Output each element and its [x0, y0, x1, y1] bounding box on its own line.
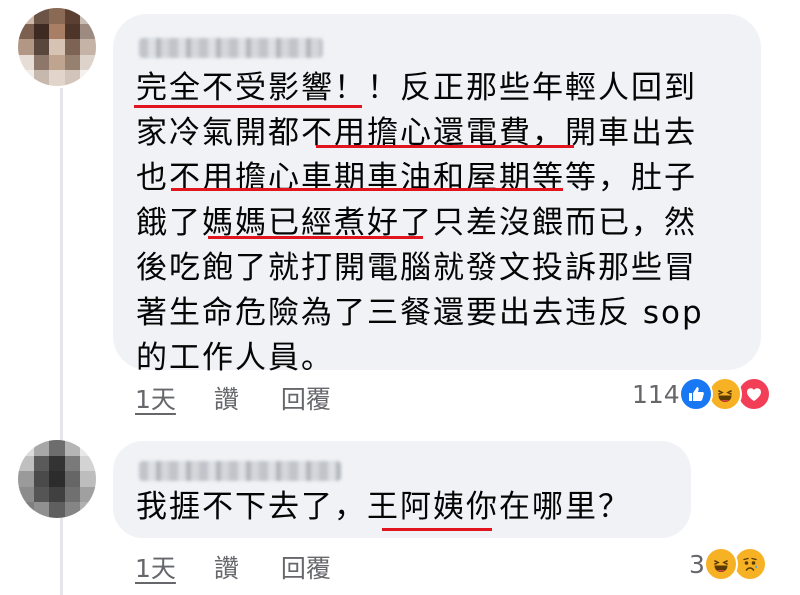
- comment-text: 我捱不下去了，王阿姨你在哪里？: [136, 485, 631, 530]
- commenter-name-blurred[interactable]: [139, 38, 323, 58]
- reaction-summary[interactable]: 114: [632, 377, 771, 411]
- reaction-count: 114: [632, 379, 680, 409]
- avatar[interactable]: [18, 440, 96, 518]
- sad-icon: [732, 547, 767, 581]
- haha-icon: [707, 377, 742, 411]
- reaction-count: 3: [689, 549, 705, 579]
- comment-line: 餓了媽媽已經煮好了只差沒餵而已，然: [136, 205, 697, 241]
- love-icon: [736, 377, 771, 411]
- highlight-underline: [382, 528, 492, 531]
- comment-actions: 1天 讚 回覆: [135, 549, 331, 585]
- like-icon: [678, 377, 713, 411]
- highlight-underline: [208, 236, 423, 239]
- like-button[interactable]: 讚: [214, 385, 239, 414]
- avatar[interactable]: [18, 8, 96, 86]
- comment-line: 的工作人員。: [136, 340, 334, 376]
- highlight-underline: [316, 145, 574, 148]
- comment-bubble: 我捱不下去了，王阿姨你在哪里？: [113, 441, 691, 538]
- highlight-underline: [134, 105, 362, 108]
- comment-actions: 1天 讚 回覆: [135, 380, 331, 416]
- comment-line: 家冷氣開都不用擔心還電費，開車出去: [136, 115, 697, 151]
- reply-thread-line: [60, 88, 63, 595]
- comment-text: 完全不受影響！！反正那些年輕人回到 家冷氣開都不用擔心還電費，開車出去 也不用擔…: [136, 66, 704, 381]
- comment-line: 著生命危險為了三餐還要出去违反 sop: [136, 295, 704, 331]
- comment-line: 後吃飽了就打開電腦就發文投訴那些冒: [136, 250, 697, 286]
- comment-line: 也不用擔心車期車油和屋期等等，肚子: [136, 160, 697, 196]
- comment-line: 我捱不下去了，王阿姨你在哪里？: [136, 489, 631, 525]
- reaction-summary[interactable]: 3: [689, 547, 767, 581]
- comment-bubble: 完全不受影響！！反正那些年輕人回到 家冷氣開都不用擔心還電費，開車出去 也不用擔…: [113, 14, 761, 376]
- timestamp-link[interactable]: 1天: [135, 554, 176, 583]
- highlight-underline: [171, 188, 563, 191]
- haha-icon: [703, 547, 738, 581]
- like-button[interactable]: 讚: [214, 554, 239, 583]
- timestamp-link[interactable]: 1天: [135, 385, 176, 414]
- reply-button[interactable]: 回覆: [281, 554, 331, 583]
- commenter-name-blurred[interactable]: [139, 461, 341, 481]
- reply-button[interactable]: 回覆: [281, 385, 331, 414]
